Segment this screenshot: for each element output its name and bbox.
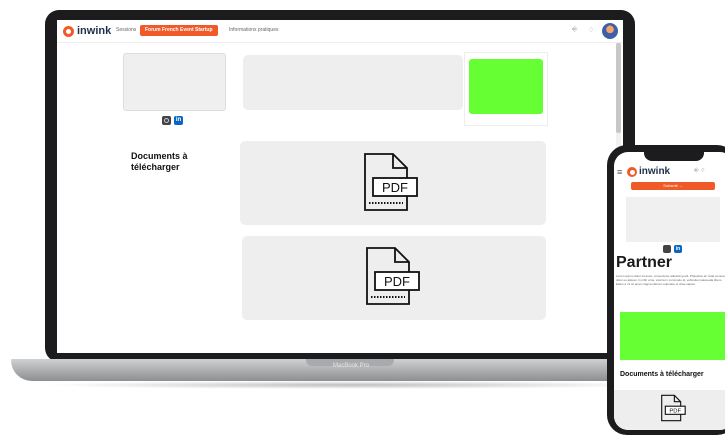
pdf-label: PDF bbox=[382, 180, 408, 195]
mobile-header-icons[interactable]: ⎆ ♢ bbox=[694, 168, 705, 175]
bell-icon[interactable]: ♢ bbox=[588, 26, 594, 34]
nav-sessions[interactable]: Sessions bbox=[116, 27, 136, 33]
linkedin-icon[interactable]: in bbox=[174, 116, 183, 125]
pdf-label: PDF bbox=[384, 274, 410, 289]
website-icon[interactable] bbox=[162, 116, 171, 125]
pdf-file-icon: PDF bbox=[366, 247, 420, 305]
phone-notch bbox=[644, 152, 704, 161]
linkedin-icon[interactable]: in bbox=[674, 245, 682, 253]
mobile-logo-placeholder bbox=[626, 197, 720, 242]
laptop-screen: inwink Sessions Forum French Event Start… bbox=[57, 20, 623, 353]
pdf-label: PDF bbox=[669, 409, 681, 415]
website-icon[interactable] bbox=[663, 245, 671, 253]
app-header: inwink Sessions Forum French Event Start… bbox=[57, 20, 623, 43]
sign-in-icon[interactable]: ⎆ bbox=[572, 26, 578, 34]
mobile-sponsor-green-block bbox=[620, 312, 725, 360]
laptop-base: MacBook Pro bbox=[11, 359, 686, 381]
mobile-documents-title: Documents à télécharger bbox=[620, 371, 704, 378]
avatar[interactable] bbox=[602, 23, 618, 39]
partner-banner-placeholder bbox=[243, 55, 463, 110]
brand-name: inwink bbox=[77, 25, 112, 37]
mobile-submit-button[interactable]: Subsmit → bbox=[631, 182, 715, 190]
nav-informations-pratiques[interactable]: Informations pratiques bbox=[229, 27, 278, 33]
mobile-partner-title: Partner bbox=[616, 254, 673, 271]
documents-title: Documents à télécharger bbox=[131, 151, 188, 172]
mobile-brand-name: inwink bbox=[639, 166, 671, 177]
partner-logo-placeholder bbox=[123, 53, 226, 111]
mobile-document-card[interactable]: PDF bbox=[614, 390, 725, 430]
mobile-partner-description: Lorem ipsum dolor sit amet, consectetur … bbox=[616, 274, 725, 286]
pdf-file-icon: PDF bbox=[661, 394, 686, 422]
sponsor-green-block bbox=[469, 59, 543, 114]
nav-forum-french-event-startup[interactable]: Forum French Event Startup bbox=[140, 25, 218, 36]
laptop-brand-label: MacBook Pro bbox=[332, 363, 369, 369]
brand-logo[interactable]: inwink bbox=[63, 25, 111, 37]
menu-icon[interactable]: ≡ bbox=[617, 167, 622, 177]
phone-screen: ≡ inwink ⎆ ♢ Subsmit → in Partner Lorem … bbox=[614, 152, 725, 430]
pdf-file-icon: PDF bbox=[364, 153, 418, 211]
inwink-logo-icon bbox=[627, 166, 637, 177]
mobile-brand-logo[interactable]: inwink bbox=[627, 166, 670, 177]
laptop-shadow bbox=[40, 381, 660, 389]
scrollbar-thumb[interactable] bbox=[616, 43, 621, 133]
inwink-logo-icon bbox=[63, 25, 74, 37]
